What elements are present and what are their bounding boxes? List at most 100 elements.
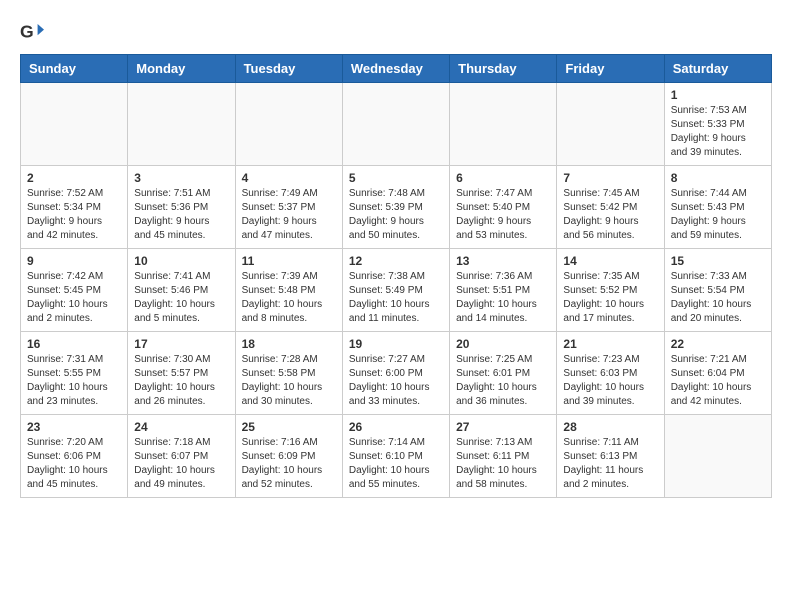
calendar-cell: 11 Sunrise: 7:39 AM Sunset: 5:48 PM Dayli… (235, 249, 342, 332)
day-number: 12 (349, 254, 443, 268)
calendar-cell: 13 Sunrise: 7:36 AM Sunset: 5:51 PM Dayli… (450, 249, 557, 332)
calendar-cell: 17 Sunrise: 7:30 AM Sunset: 5:57 PM Dayli… (128, 332, 235, 415)
calendar-cell: 28 Sunrise: 7:11 AM Sunset: 6:13 PM Dayli… (557, 415, 664, 498)
day-number: 11 (242, 254, 336, 268)
calendar-cell (235, 83, 342, 166)
logo-icon: G (20, 20, 44, 44)
calendar-cell: 10 Sunrise: 7:41 AM Sunset: 5:46 PM Dayli… (128, 249, 235, 332)
day-number: 22 (671, 337, 765, 351)
day-number: 23 (27, 420, 121, 434)
calendar-week-row: 2 Sunrise: 7:52 AM Sunset: 5:34 PM Daylig… (21, 166, 772, 249)
calendar-cell (557, 83, 664, 166)
day-header-thursday: Thursday (450, 55, 557, 83)
calendar-cell: 12 Sunrise: 7:38 AM Sunset: 5:49 PM Dayli… (342, 249, 449, 332)
calendar-cell: 1 Sunrise: 7:53 AM Sunset: 5:33 PM Daylig… (664, 83, 771, 166)
day-header-saturday: Saturday (664, 55, 771, 83)
day-header-sunday: Sunday (21, 55, 128, 83)
day-info: Sunrise: 7:36 AM Sunset: 5:51 PM Dayligh… (456, 270, 550, 326)
day-number: 21 (563, 337, 657, 351)
calendar-cell (21, 83, 128, 166)
day-info: Sunrise: 7:18 AM Sunset: 6:07 PM Dayligh… (134, 436, 228, 492)
day-number: 9 (27, 254, 121, 268)
day-info: Sunrise: 7:52 AM Sunset: 5:34 PM Dayligh… (27, 187, 121, 243)
day-number: 20 (456, 337, 550, 351)
calendar-cell: 19 Sunrise: 7:27 AM Sunset: 6:00 PM Dayli… (342, 332, 449, 415)
calendar-cell: 26 Sunrise: 7:14 AM Sunset: 6:10 PM Dayli… (342, 415, 449, 498)
day-info: Sunrise: 7:44 AM Sunset: 5:43 PM Dayligh… (671, 187, 765, 243)
day-info: Sunrise: 7:48 AM Sunset: 5:39 PM Dayligh… (349, 187, 443, 243)
day-info: Sunrise: 7:49 AM Sunset: 5:37 PM Dayligh… (242, 187, 336, 243)
day-info: Sunrise: 7:41 AM Sunset: 5:46 PM Dayligh… (134, 270, 228, 326)
day-info: Sunrise: 7:35 AM Sunset: 5:52 PM Dayligh… (563, 270, 657, 326)
day-info: Sunrise: 7:11 AM Sunset: 6:13 PM Dayligh… (563, 436, 657, 492)
day-number: 17 (134, 337, 228, 351)
calendar-cell (664, 415, 771, 498)
calendar-cell: 27 Sunrise: 7:13 AM Sunset: 6:11 PM Dayli… (450, 415, 557, 498)
calendar-header-row: SundayMondayTuesdayWednesdayThursdayFrid… (21, 55, 772, 83)
day-number: 26 (349, 420, 443, 434)
day-info: Sunrise: 7:14 AM Sunset: 6:10 PM Dayligh… (349, 436, 443, 492)
calendar-cell: 23 Sunrise: 7:20 AM Sunset: 6:06 PM Dayli… (21, 415, 128, 498)
day-number: 28 (563, 420, 657, 434)
calendar-cell: 5Sunrise: 7:48 AM Sunset: 5:39 PM Daylig… (342, 166, 449, 249)
calendar-week-row: 1 Sunrise: 7:53 AM Sunset: 5:33 PM Daylig… (21, 83, 772, 166)
day-info: Sunrise: 7:42 AM Sunset: 5:45 PM Dayligh… (27, 270, 121, 326)
day-info: Sunrise: 7:28 AM Sunset: 5:58 PM Dayligh… (242, 353, 336, 409)
day-number: 25 (242, 420, 336, 434)
day-info: Sunrise: 7:33 AM Sunset: 5:54 PM Dayligh… (671, 270, 765, 326)
calendar-week-row: 16 Sunrise: 7:31 AM Sunset: 5:55 PM Dayli… (21, 332, 772, 415)
day-info: Sunrise: 7:31 AM Sunset: 5:55 PM Dayligh… (27, 353, 121, 409)
calendar-table: SundayMondayTuesdayWednesdayThursdayFrid… (20, 54, 772, 498)
day-info: Sunrise: 7:53 AM Sunset: 5:33 PM Dayligh… (671, 104, 765, 160)
day-info: Sunrise: 7:30 AM Sunset: 5:57 PM Dayligh… (134, 353, 228, 409)
calendar-cell: 18 Sunrise: 7:28 AM Sunset: 5:58 PM Dayli… (235, 332, 342, 415)
day-number: 7 (563, 171, 657, 185)
day-number: 19 (349, 337, 443, 351)
day-number: 1 (671, 88, 765, 102)
calendar-cell: 22 Sunrise: 7:21 AM Sunset: 6:04 PM Dayli… (664, 332, 771, 415)
calendar-cell (342, 83, 449, 166)
day-header-monday: Monday (128, 55, 235, 83)
calendar-cell: 15 Sunrise: 7:33 AM Sunset: 5:54 PM Dayli… (664, 249, 771, 332)
day-number: 10 (134, 254, 228, 268)
calendar-cell: 9 Sunrise: 7:42 AM Sunset: 5:45 PM Daylig… (21, 249, 128, 332)
day-info: Sunrise: 7:38 AM Sunset: 5:49 PM Dayligh… (349, 270, 443, 326)
calendar-cell: 20Sunrise: 7:25 AM Sunset: 6:01 PM Dayli… (450, 332, 557, 415)
calendar-cell: 3 Sunrise: 7:51 AM Sunset: 5:36 PM Daylig… (128, 166, 235, 249)
calendar-cell: 24 Sunrise: 7:18 AM Sunset: 6:07 PM Dayli… (128, 415, 235, 498)
day-info: Sunrise: 7:27 AM Sunset: 6:00 PM Dayligh… (349, 353, 443, 409)
day-info: Sunrise: 7:13 AM Sunset: 6:11 PM Dayligh… (456, 436, 550, 492)
calendar-cell: 2 Sunrise: 7:52 AM Sunset: 5:34 PM Daylig… (21, 166, 128, 249)
day-number: 16 (27, 337, 121, 351)
day-info: Sunrise: 7:39 AM Sunset: 5:48 PM Dayligh… (242, 270, 336, 326)
day-info: Sunrise: 7:16 AM Sunset: 6:09 PM Dayligh… (242, 436, 336, 492)
day-info: Sunrise: 7:45 AM Sunset: 5:42 PM Dayligh… (563, 187, 657, 243)
day-info: Sunrise: 7:20 AM Sunset: 6:06 PM Dayligh… (27, 436, 121, 492)
calendar-cell (128, 83, 235, 166)
day-info: Sunrise: 7:51 AM Sunset: 5:36 PM Dayligh… (134, 187, 228, 243)
day-number: 24 (134, 420, 228, 434)
day-number: 2 (27, 171, 121, 185)
day-number: 13 (456, 254, 550, 268)
day-info: Sunrise: 7:21 AM Sunset: 6:04 PM Dayligh… (671, 353, 765, 409)
day-number: 6 (456, 171, 550, 185)
calendar-cell: 7 Sunrise: 7:45 AM Sunset: 5:42 PM Daylig… (557, 166, 664, 249)
calendar-cell: 4 Sunrise: 7:49 AM Sunset: 5:37 PM Daylig… (235, 166, 342, 249)
calendar-cell (450, 83, 557, 166)
day-header-tuesday: Tuesday (235, 55, 342, 83)
calendar-cell: 14 Sunrise: 7:35 AM Sunset: 5:52 PM Dayli… (557, 249, 664, 332)
calendar-week-row: 9 Sunrise: 7:42 AM Sunset: 5:45 PM Daylig… (21, 249, 772, 332)
day-number: 4 (242, 171, 336, 185)
calendar-week-row: 23 Sunrise: 7:20 AM Sunset: 6:06 PM Dayli… (21, 415, 772, 498)
day-info: Sunrise: 7:47 AM Sunset: 5:40 PM Dayligh… (456, 187, 550, 243)
calendar-cell: 6 Sunrise: 7:47 AM Sunset: 5:40 PM Daylig… (450, 166, 557, 249)
day-number: 15 (671, 254, 765, 268)
day-header-friday: Friday (557, 55, 664, 83)
header: G (20, 20, 772, 44)
calendar-cell: 8Sunrise: 7:44 AM Sunset: 5:43 PM Daylig… (664, 166, 771, 249)
day-number: 14 (563, 254, 657, 268)
day-number: 3 (134, 171, 228, 185)
day-header-wednesday: Wednesday (342, 55, 449, 83)
day-number: 27 (456, 420, 550, 434)
day-number: 18 (242, 337, 336, 351)
